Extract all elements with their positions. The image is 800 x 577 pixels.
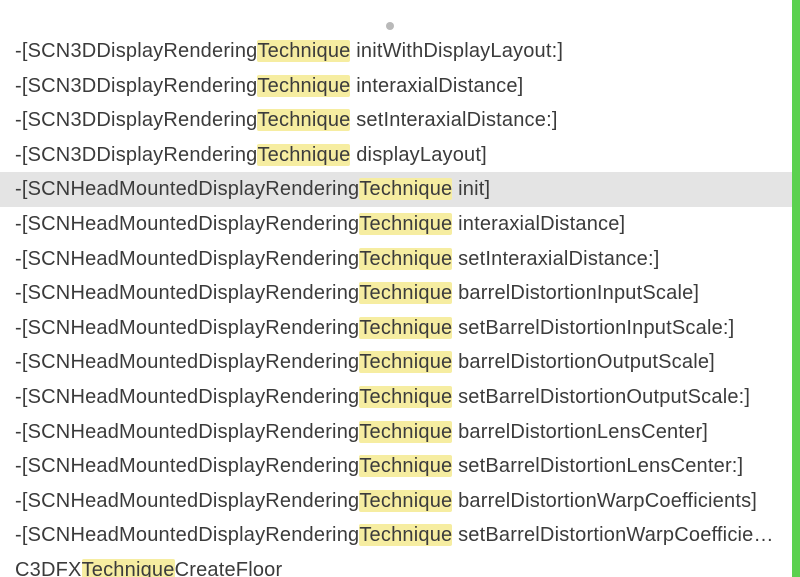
- result-highlight: Technique: [257, 75, 350, 97]
- result-post: setBarrelDistortionLensCenter:]: [452, 455, 743, 477]
- result-row[interactable]: -[SCNHeadMountedDisplayRenderingTechniqu…: [0, 415, 792, 450]
- result-row[interactable]: -[SCN3DDisplayRenderingTechnique initWit…: [0, 34, 792, 69]
- result-post: interaxialDistance]: [350, 75, 523, 97]
- results-list[interactable]: -[SCN3DDisplayRenderingTechnique initWit…: [0, 34, 792, 577]
- result-highlight: Technique: [359, 317, 452, 339]
- result-row[interactable]: -[SCNHeadMountedDisplayRenderingTechniqu…: [0, 311, 792, 346]
- result-row[interactable]: C3DFXTechniqueCreateFloor: [0, 553, 792, 577]
- result-post: initWithDisplayLayout:]: [350, 40, 563, 62]
- result-post: interaxialDistance]: [452, 213, 625, 235]
- result-pre: -[SCNHeadMountedDisplayRendering: [15, 421, 359, 443]
- result-highlight: Technique: [359, 351, 452, 373]
- result-pre: C3DFX: [15, 559, 82, 577]
- result-post: barrelDistortionLensCenter]: [452, 421, 708, 443]
- result-highlight: Technique: [359, 213, 452, 235]
- result-pre: -[SCN3DDisplayRendering: [15, 75, 257, 97]
- result-pre: -[SCN3DDisplayRendering: [15, 144, 257, 166]
- result-post: barrelDistortionOutputScale]: [452, 351, 715, 373]
- result-pre: -[SCNHeadMountedDisplayRendering: [15, 317, 359, 339]
- result-highlight: Technique: [257, 109, 350, 131]
- result-highlight: Technique: [359, 282, 452, 304]
- result-post: setBarrelDistortionOutputScale:]: [452, 386, 750, 408]
- result-post: setInteraxialDistance:]: [452, 248, 659, 270]
- result-post: setInteraxialDistance:]: [350, 109, 557, 131]
- result-pre: -[SCNHeadMountedDisplayRendering: [15, 351, 359, 373]
- result-row[interactable]: -[SCN3DDisplayRenderingTechnique display…: [0, 138, 792, 173]
- result-row[interactable]: -[SCNHeadMountedDisplayRenderingTechniqu…: [0, 380, 792, 415]
- result-highlight: Technique: [82, 559, 175, 577]
- result-row[interactable]: -[SCN3DDisplayRenderingTechnique interax…: [0, 69, 792, 104]
- result-row[interactable]: -[SCNHeadMountedDisplayRenderingTechniqu…: [0, 276, 792, 311]
- result-pre: -[SCN3DDisplayRendering: [15, 109, 257, 131]
- result-row[interactable]: -[SCN3DDisplayRenderingTechnique setInte…: [0, 103, 792, 138]
- result-pre: -[SCNHeadMountedDisplayRendering: [15, 178, 359, 200]
- result-row[interactable]: -[SCNHeadMountedDisplayRenderingTechniqu…: [0, 345, 792, 380]
- result-highlight: Technique: [257, 40, 350, 62]
- result-row[interactable]: -[SCNHeadMountedDisplayRenderingTechniqu…: [0, 172, 792, 207]
- result-pre: -[SCNHeadMountedDisplayRendering: [15, 386, 359, 408]
- result-pre: -[SCNHeadMountedDisplayRendering: [15, 455, 359, 477]
- search-results-window: { "highlight_term": "Technique", "select…: [0, 0, 800, 577]
- result-highlight: Technique: [359, 524, 452, 546]
- result-highlight: Technique: [359, 178, 452, 200]
- result-highlight: Technique: [359, 248, 452, 270]
- result-post: barrelDistortionWarpCoefficients]: [452, 490, 757, 512]
- results-content: -[SCN3DDisplayRenderingTechnique initWit…: [0, 0, 792, 577]
- result-highlight: Technique: [359, 455, 452, 477]
- result-post: CreateFloor: [175, 559, 283, 577]
- result-row[interactable]: -[SCNHeadMountedDisplayRenderingTechniqu…: [0, 518, 792, 553]
- result-pre: -[SCNHeadMountedDisplayRendering: [15, 490, 359, 512]
- result-post: barrelDistortionInputScale]: [452, 282, 699, 304]
- result-post: init]: [452, 178, 490, 200]
- result-post: displayLayout]: [350, 144, 486, 166]
- result-pre: -[SCN3DDisplayRendering: [15, 40, 257, 62]
- result-row[interactable]: -[SCNHeadMountedDisplayRenderingTechniqu…: [0, 207, 792, 242]
- result-post: setBarrelDistortionInputScale:]: [452, 317, 734, 339]
- result-highlight: Technique: [359, 490, 452, 512]
- breakpoint-indicator-icon[interactable]: [386, 22, 394, 30]
- result-highlight: Technique: [257, 144, 350, 166]
- selection-edge: [792, 0, 800, 577]
- result-highlight: Technique: [359, 421, 452, 443]
- result-row[interactable]: -[SCNHeadMountedDisplayRenderingTechniqu…: [0, 242, 792, 277]
- result-pre: -[SCNHeadMountedDisplayRendering: [15, 213, 359, 235]
- result-pre: -[SCNHeadMountedDisplayRendering: [15, 524, 359, 546]
- result-post: setBarrelDistortionWarpCoefficients:]: [452, 524, 792, 546]
- result-row[interactable]: -[SCNHeadMountedDisplayRenderingTechniqu…: [0, 484, 792, 519]
- result-pre: -[SCNHeadMountedDisplayRendering: [15, 282, 359, 304]
- result-pre: -[SCNHeadMountedDisplayRendering: [15, 248, 359, 270]
- result-highlight: Technique: [359, 386, 452, 408]
- result-row[interactable]: -[SCNHeadMountedDisplayRenderingTechniqu…: [0, 449, 792, 484]
